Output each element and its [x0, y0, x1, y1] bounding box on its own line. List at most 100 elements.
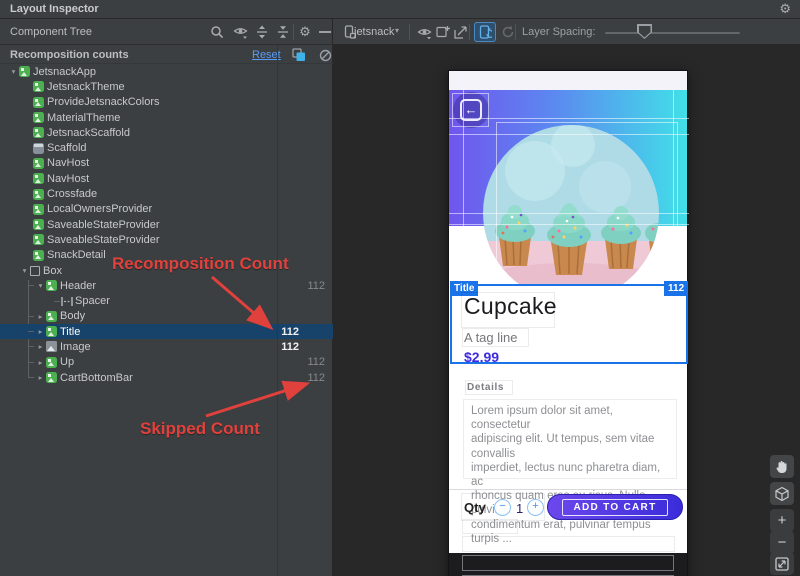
compose-node-icon: [46, 311, 57, 322]
qty-label: Qty: [464, 500, 486, 515]
compose-node-icon: [33, 97, 44, 108]
tree-row[interactable]: ▾JetsnackApp: [0, 64, 333, 79]
view-options-eye-icon[interactable]: [415, 24, 433, 40]
compose-node-icon: [33, 234, 44, 245]
tree-row[interactable]: Scaffold: [0, 140, 333, 155]
compose-node-icon: [33, 127, 44, 138]
fit-to-screen-icon: [775, 557, 789, 571]
chevron-collapsed-icon[interactable]: ▸: [35, 358, 46, 367]
back-arrow-icon: ←: [460, 99, 482, 121]
product-name: Cupcake: [464, 293, 557, 320]
disable-counts-icon[interactable]: [317, 47, 333, 63]
selection-count-badge: 112: [664, 281, 688, 296]
box-node-icon: [30, 266, 40, 276]
counts-column-separator: [277, 45, 278, 576]
section-divider: [449, 489, 687, 490]
compose-node-icon: [46, 357, 57, 368]
image-node-icon: [46, 341, 57, 352]
compose-node-icon: [33, 158, 44, 169]
chevron-expanded-icon[interactable]: ▾: [8, 67, 19, 76]
cupcake-photo: [483, 125, 659, 301]
hand-icon: [775, 459, 789, 474]
highlight-recompositions-icon[interactable]: [291, 47, 307, 63]
recomposition-count: 112: [277, 326, 299, 338]
pick-component-icon[interactable]: [434, 24, 452, 40]
chevron-down-icon: ▾: [395, 26, 399, 35]
zoom-out-button[interactable]: −: [770, 531, 794, 554]
scaffold-node-icon: [33, 143, 44, 154]
compose-node-icon: [33, 189, 44, 200]
compose-node-icon: [46, 326, 57, 337]
recomposition-count: 112: [277, 341, 299, 353]
spacer-node-icon: [61, 296, 72, 307]
details-paragraph: Lorem ipsum dolor sit amet, consectetur …: [463, 399, 677, 479]
recomposition-counts-label: Recomposition counts: [10, 49, 129, 61]
chevron-expanded-icon[interactable]: ▾: [19, 266, 30, 275]
pan-mode-button[interactable]: [770, 455, 794, 478]
window-titlebar: Layout Inspector ⚙: [0, 0, 800, 19]
compose-node-icon: [46, 372, 57, 383]
layer-spacing-slider-thumb[interactable]: [637, 24, 652, 39]
chevron-collapsed-icon[interactable]: ▸: [35, 342, 46, 351]
filter-eye-icon[interactable]: [232, 24, 248, 40]
chevron-collapsed-icon[interactable]: ▸: [35, 312, 46, 321]
compose-node-icon: [46, 280, 57, 291]
back-button[interactable]: ←: [453, 92, 489, 128]
annotation-recomposition-count: Recomposition Count: [112, 254, 289, 274]
product-price: $2.99: [464, 349, 499, 365]
expand-all-icon[interactable]: [254, 24, 270, 40]
compose-node-icon: [33, 112, 44, 123]
tree-row[interactable]: Spacer: [0, 293, 333, 308]
search-icon[interactable]: [209, 24, 225, 40]
tree-row[interactable]: ▸Body: [0, 309, 333, 324]
tree-row[interactable]: ▾Header112: [0, 278, 333, 293]
popout-window-icon[interactable]: [452, 24, 470, 40]
qty-value: 1: [516, 501, 523, 516]
recomposition-counts-bar: Recomposition counts Reset: [0, 45, 333, 64]
tree-row[interactable]: ProvideJetsnackColors: [0, 95, 333, 110]
tree-row[interactable]: SaveableStateProvider: [0, 232, 333, 247]
add-to-cart-button[interactable]: ADD TO CART: [547, 494, 683, 520]
compose-node-icon: [33, 173, 44, 184]
3d-mode-button[interactable]: [770, 482, 794, 505]
collapse-all-icon[interactable]: [275, 24, 291, 40]
tree-row[interactable]: NavHost: [0, 171, 333, 186]
hide-panel-icon[interactable]: [317, 24, 333, 40]
tree-settings-gear-icon[interactable]: ⚙: [297, 24, 313, 40]
skipped-count: 112: [299, 356, 333, 368]
settings-gear-icon[interactable]: ⚙: [779, 1, 791, 17]
layer-spacing-slider[interactable]: [605, 32, 740, 34]
layers-3d-icon: [774, 486, 790, 502]
panel-title: Component Tree: [10, 26, 92, 38]
chevron-collapsed-icon[interactable]: ▸: [35, 373, 46, 382]
tree-row-selected[interactable]: ▸Title112: [0, 324, 333, 339]
chevron-collapsed-icon[interactable]: ▸: [35, 327, 46, 336]
layer-spacing-label: Layer Spacing:: [522, 26, 595, 38]
component-tree-toolbar: Component Tree ⚙: [0, 19, 333, 45]
tree-row[interactable]: ▸Image112: [0, 339, 333, 354]
tree-row[interactable]: LocalOwnersProvider: [0, 202, 333, 217]
tree-row[interactable]: ▸Up112: [0, 355, 333, 370]
device-render-viewport[interactable]: ←: [333, 45, 800, 576]
chevron-expanded-icon[interactable]: ▾: [35, 281, 46, 290]
zoom-in-button[interactable]: +: [770, 509, 794, 532]
device-bottom-area: [449, 553, 687, 576]
process-picker[interactable]: jetsnack: [354, 26, 394, 38]
tree-row[interactable]: JetsnackScaffold: [0, 125, 333, 140]
details-heading: Details: [467, 382, 504, 393]
annotation-skipped-count: Skipped Count: [140, 419, 260, 439]
tree-row[interactable]: NavHost: [0, 156, 333, 171]
status-bar: [449, 71, 687, 90]
tree-row[interactable]: JetsnackTheme: [0, 79, 333, 94]
tree-row[interactable]: Crossfade: [0, 186, 333, 201]
qty-increase-button[interactable]: +: [527, 499, 544, 516]
device-toolbar: jetsnack ▾ Layer Spacing:: [333, 19, 800, 45]
skipped-count: 112: [299, 280, 333, 292]
qty-decrease-button[interactable]: −: [494, 499, 511, 516]
skipped-count: 112: [299, 372, 333, 384]
zoom-fit-button[interactable]: [770, 552, 794, 575]
tree-row[interactable]: SaveableStateProvider: [0, 217, 333, 232]
live-updates-toggle[interactable]: [474, 22, 496, 42]
tree-row[interactable]: ▸CartBottomBar112: [0, 370, 333, 385]
tree-row[interactable]: MaterialTheme: [0, 110, 333, 125]
